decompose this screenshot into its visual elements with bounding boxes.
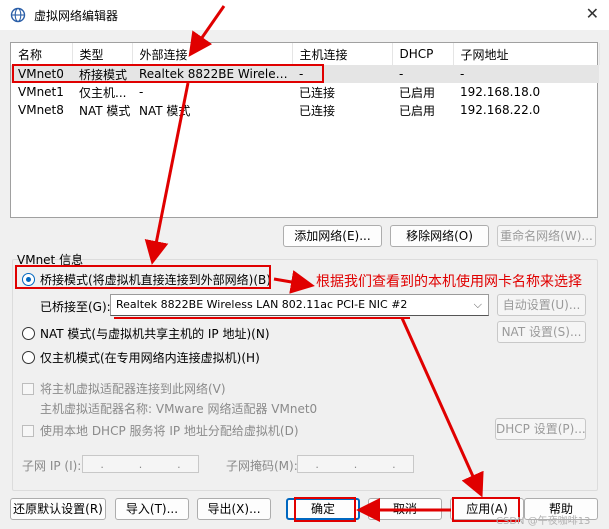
cell-host: 已连接 bbox=[299, 85, 336, 100]
table-header-row: 名称 类型 外部连接 主机连接 DHCP 子网地址 bbox=[11, 43, 600, 65]
restore-defaults-button[interactable]: 还原默认设置(R) bbox=[10, 498, 106, 520]
column-header-type[interactable]: 类型 bbox=[72, 43, 133, 65]
host-only-mode-radio[interactable]: 仅主机模式(在专用网络内连接虚拟机)(H) bbox=[22, 349, 260, 366]
cell-type: NAT 模式 bbox=[79, 103, 131, 118]
checkbox-icon bbox=[22, 382, 34, 395]
cell-subnet: 192.168.18.0 bbox=[460, 85, 541, 99]
cell-dhcp: - bbox=[392, 65, 453, 83]
cell-external: - bbox=[139, 85, 144, 99]
annotation-text: 根据我们查看到的本机使用网卡名称来选择 bbox=[316, 274, 582, 290]
column-header-dhcp[interactable]: DHCP bbox=[392, 43, 454, 65]
import-button[interactable]: 导入(T)... bbox=[115, 498, 189, 520]
use-dhcp-checkbox[interactable]: 使用本地 DHCP 服务将 IP 地址分配给虚拟机(D) bbox=[22, 422, 299, 439]
bridged-adapter-value: Realtek 8822BE Wireless LAN 802.11ac PCI… bbox=[116, 298, 408, 311]
column-header-external[interactable]: 外部连接 bbox=[132, 43, 293, 65]
subnet-ip-input[interactable]: ... bbox=[82, 455, 199, 473]
cell-type: 桥接模式 bbox=[72, 65, 132, 83]
subnet-ip-label: 子网 IP (I): bbox=[22, 459, 82, 473]
host-adapter-name: 主机虚拟适配器名称: VMware 网络适配器 VMnet0 bbox=[40, 402, 318, 416]
network-table: 名称 类型 外部连接 主机连接 DHCP 子网地址 VMnet0 桥接模式 Re… bbox=[11, 43, 600, 119]
nat-mode-label: NAT 模式(与虚拟机共享主机的 IP 地址)(N) bbox=[40, 327, 270, 341]
use-dhcp-label: 使用本地 DHCP 服务将 IP 地址分配给虚拟机(D) bbox=[40, 424, 299, 438]
connect-host-adapter-label: 将主机虚拟适配器连接到此网络(V) bbox=[40, 382, 226, 396]
cancel-button[interactable]: 取消 bbox=[368, 498, 442, 520]
globe-network-icon bbox=[10, 7, 26, 23]
radio-unselected-icon bbox=[22, 327, 35, 340]
radio-unselected-icon bbox=[22, 351, 35, 364]
bridged-mode-radio[interactable]: 桥接模式(将虚拟机直接连接到外部网络)(B) bbox=[22, 271, 271, 288]
cell-dhcp: 已启用 bbox=[399, 103, 436, 118]
cell-dhcp: 已启用 bbox=[399, 85, 436, 100]
radio-selected-icon bbox=[22, 273, 35, 286]
window-title: 虚拟网络编辑器 bbox=[34, 9, 119, 23]
nat-mode-radio[interactable]: NAT 模式(与虚拟机共享主机的 IP 地址)(N) bbox=[22, 325, 270, 342]
checkbox-icon bbox=[22, 424, 34, 437]
subnet-mask-input[interactable]: ... bbox=[297, 455, 414, 473]
subnet-mask-label: 子网掩码(M): bbox=[226, 459, 298, 473]
table-row-vmnet1[interactable]: VMnet1 仅主机... - 已连接 已启用 192.168.18.0 bbox=[11, 83, 599, 101]
dhcp-settings-button[interactable]: DHCP 设置(P)... bbox=[495, 418, 586, 440]
title-bar: 虚拟网络编辑器 ✕ bbox=[0, 0, 609, 30]
vmnet-info-title: VMnet 信息 bbox=[17, 253, 84, 267]
cell-external: NAT 模式 bbox=[139, 103, 191, 118]
host-only-mode-label: 仅主机模式(在专用网络内连接虚拟机)(H) bbox=[40, 351, 260, 365]
bridged-adapter-select[interactable]: Realtek 8822BE Wireless LAN 802.11ac PCI… bbox=[110, 294, 489, 316]
cell-name: VMnet0 bbox=[11, 65, 72, 83]
close-icon[interactable]: ✕ bbox=[586, 4, 599, 23]
cell-type: 仅主机... bbox=[79, 85, 127, 100]
column-header-name[interactable]: 名称 bbox=[11, 43, 73, 65]
add-network-button[interactable]: 添加网络(E)... bbox=[283, 225, 382, 247]
rename-network-button[interactable]: 重命名网络(W)... bbox=[497, 225, 596, 247]
network-list: 名称 类型 外部连接 主机连接 DHCP 子网地址 VMnet0 桥接模式 Re… bbox=[10, 42, 600, 218]
column-header-host[interactable]: 主机连接 bbox=[292, 43, 393, 65]
table-row-vmnet8[interactable]: VMnet8 NAT 模式 NAT 模式 已连接 已启用 192.168.22.… bbox=[11, 101, 599, 119]
bridged-mode-label: 桥接模式(将虚拟机直接连接到外部网络)(B) bbox=[40, 273, 271, 287]
cell-external: Realtek 8822BE Wireless LA... bbox=[132, 65, 292, 83]
cell-name: VMnet1 bbox=[18, 85, 64, 99]
auto-settings-button[interactable]: 自动设置(U)... bbox=[497, 294, 586, 316]
remove-network-button[interactable]: 移除网络(O) bbox=[390, 225, 489, 247]
export-button[interactable]: 导出(X)... bbox=[197, 498, 271, 520]
column-header-subnet[interactable]: 子网地址 bbox=[453, 43, 600, 65]
connect-host-adapter-checkbox[interactable]: 将主机虚拟适配器连接到此网络(V) bbox=[22, 380, 226, 397]
cell-subnet: - bbox=[453, 65, 599, 83]
table-row-vmnet0[interactable]: VMnet0 桥接模式 Realtek 8822BE Wireless LA..… bbox=[11, 65, 599, 83]
bridged-to-label: 已桥接至(G): bbox=[40, 300, 111, 314]
chevron-down-icon: ⌵ bbox=[473, 298, 482, 311]
cell-host: - bbox=[292, 65, 392, 83]
cell-name: VMnet8 bbox=[18, 103, 64, 117]
nat-settings-button[interactable]: NAT 设置(S)... bbox=[497, 321, 586, 343]
ok-button[interactable]: 确定 bbox=[286, 498, 360, 520]
cell-host: 已连接 bbox=[299, 103, 336, 118]
watermark: CSDN @午夜咖啡13 bbox=[496, 516, 591, 527]
cell-subnet: 192.168.22.0 bbox=[460, 103, 541, 117]
